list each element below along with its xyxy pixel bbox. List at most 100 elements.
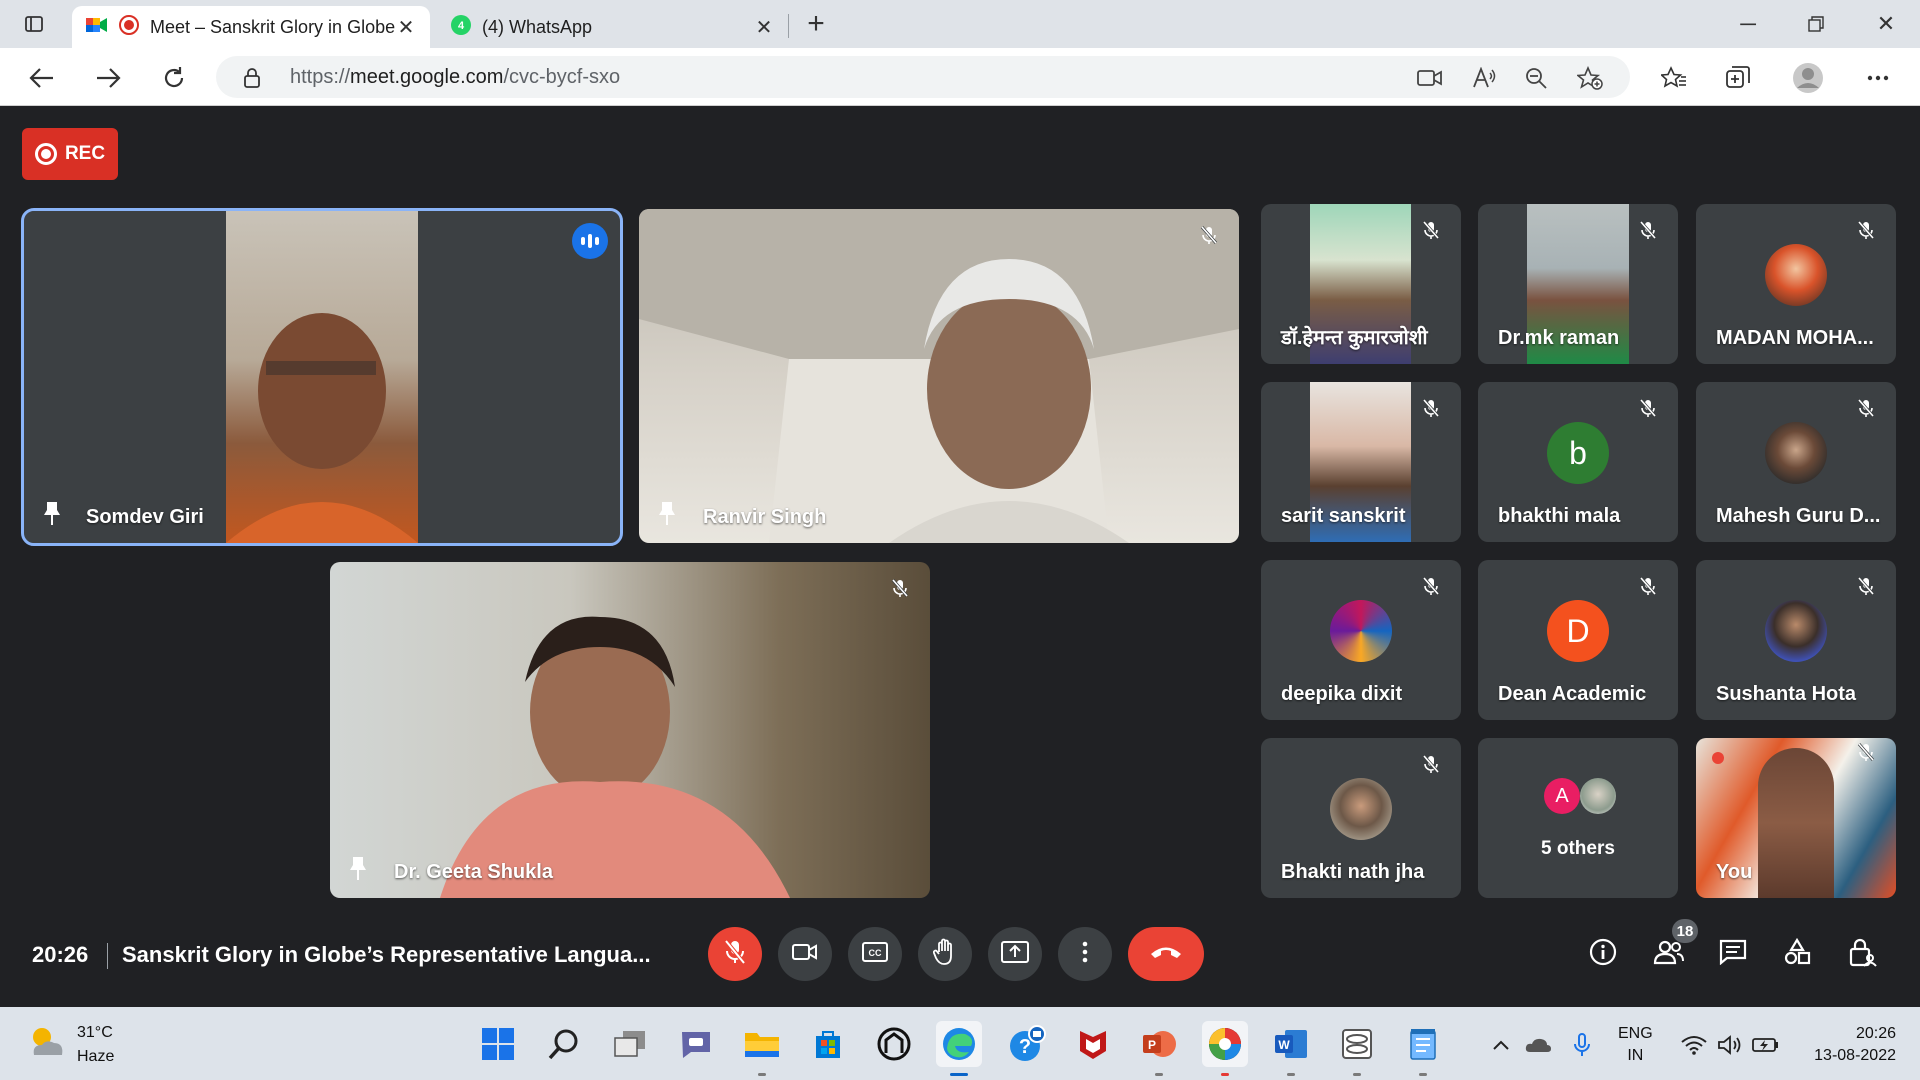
minimize-button[interactable]: ─ <box>1714 0 1782 48</box>
others-tile[interactable]: A 5 others <box>1478 738 1678 898</box>
search-icon[interactable] <box>541 1021 587 1067</box>
clock-date: 13-08-2022 <box>1814 1047 1896 1064</box>
pin-icon[interactable] <box>657 500 677 531</box>
new-tab-button[interactable]: + <box>800 7 832 40</box>
participant-tile-dean-academic[interactable]: D Dean Academic <box>1478 560 1678 720</box>
system-clock[interactable]: 20:26 13-08-2022 <box>1800 1023 1896 1067</box>
meeting-details-button[interactable] <box>1578 929 1628 979</box>
mic-off-icon <box>1634 572 1662 600</box>
more-menu-icon[interactable] <box>1860 60 1896 96</box>
start-button[interactable] <box>475 1021 521 1067</box>
add-favorite-icon[interactable] <box>1576 64 1604 92</box>
pin-icon[interactable] <box>348 855 368 886</box>
zoom-out-icon[interactable] <box>1522 64 1550 92</box>
mic-off-icon <box>723 939 747 970</box>
collections-icon[interactable] <box>1720 60 1756 96</box>
more-options-button[interactable] <box>1058 927 1112 981</box>
mic-off-icon <box>886 574 914 602</box>
participant-tile-mk-raman[interactable]: Dr.mk raman <box>1478 204 1678 364</box>
profile-avatar-icon[interactable] <box>1790 60 1826 96</box>
microphone-icon[interactable] <box>1568 1031 1596 1059</box>
weather-icon[interactable] <box>24 1021 68 1070</box>
edge-browser-icon[interactable] <box>936 1021 982 1067</box>
chat-app-icon[interactable] <box>673 1021 719 1067</box>
rec-label: REC <box>64 143 106 164</box>
volume-icon[interactable] <box>1716 1031 1744 1059</box>
participant-tile-mahesh-guru[interactable]: Mahesh Guru D... <box>1696 382 1896 542</box>
participant-tile-self[interactable]: You <box>1696 738 1896 898</box>
participant-name: डॉ.हेमन्त कुमारजोशी <box>1281 327 1428 349</box>
participant-tile-geeta-shukla[interactable]: Dr. Geeta Shukla <box>330 562 930 898</box>
participant-tile-somdev-giri[interactable]: Somdev Giri <box>21 208 623 546</box>
recording-indicator-icon <box>118 14 140 41</box>
present-screen-button[interactable] <box>988 927 1042 981</box>
host-controls-button[interactable] <box>1838 929 1888 979</box>
weather-condition: Haze <box>77 1048 115 1065</box>
close-tab-icon[interactable]: ✕ <box>754 17 774 39</box>
weather-temperature: 31°C <box>77 1024 113 1041</box>
captions-button[interactable]: CC <box>848 927 902 981</box>
onedrive-cloud-icon[interactable] <box>1524 1031 1552 1059</box>
participant-tile-deepika-dixit[interactable]: deepika dixit <box>1261 560 1461 720</box>
recording-dot-icon <box>1712 752 1724 764</box>
close-window-button[interactable]: ✕ <box>1852 0 1920 48</box>
people-icon <box>1653 939 1685 970</box>
participant-tile-bhakthi-mala[interactable]: b bhakthi mala <box>1478 382 1678 542</box>
word-icon[interactable]: W <box>1268 1021 1314 1067</box>
recording-badge[interactable]: REC <box>22 128 118 180</box>
favorites-icon[interactable] <box>1656 60 1692 96</box>
participant-name: Bhakti nath jha <box>1281 861 1425 883</box>
chat-button[interactable] <box>1708 929 1758 979</box>
task-view-icon[interactable] <box>607 1021 653 1067</box>
participant-name: deepika dixit <box>1281 683 1403 705</box>
get-help-icon[interactable]: ? <box>1004 1021 1050 1067</box>
wifi-icon[interactable] <box>1680 1031 1708 1059</box>
address-bar[interactable]: https://meet.google.com/cvc-bycf-sxo <box>216 56 1630 98</box>
participant-tile-bhakti-nath-jha[interactable]: Bhakti nath jha <box>1261 738 1461 898</box>
mic-off-icon <box>1852 572 1880 600</box>
participant-avatar: b <box>1547 422 1609 484</box>
participant-tile-madan-mohan[interactable]: MADAN MOHA... <box>1696 204 1896 364</box>
participant-tile-ranvir-singh[interactable]: Ranvir Singh <box>639 209 1239 543</box>
participant-video <box>1758 748 1834 898</box>
read-aloud-icon[interactable] <box>1470 64 1498 92</box>
tab-meet[interactable]: Meet – Sanskrit Glory in Globe's Represe… <box>72 6 430 48</box>
refresh-button[interactable] <box>154 58 194 98</box>
participant-tile-sarit-sanskrit[interactable]: sarit sanskrit <box>1261 382 1461 542</box>
tab-whatsapp[interactable]: 4 (4) WhatsApp ✕ <box>436 6 788 48</box>
forward-button[interactable] <box>88 58 128 98</box>
leave-call-button[interactable] <box>1128 927 1204 981</box>
mic-off-icon <box>1852 738 1880 766</box>
activities-button[interactable] <box>1772 929 1822 979</box>
battery-charging-icon[interactable] <box>1752 1031 1780 1059</box>
powerpoint-icon[interactable]: P <box>1136 1021 1182 1067</box>
microsoft-store-icon[interactable] <box>805 1021 851 1067</box>
app-icon[interactable] <box>871 1021 917 1067</box>
present-icon <box>1001 940 1029 968</box>
back-button[interactable] <box>22 58 62 98</box>
notepad-icon[interactable] <box>1400 1021 1446 1067</box>
camera-in-use-icon[interactable] <box>1416 64 1444 92</box>
pin-icon[interactable] <box>42 500 62 531</box>
mcafee-icon[interactable] <box>1070 1021 1116 1067</box>
participant-tile-sushanta-hota[interactable]: Sushanta Hota <box>1696 560 1896 720</box>
mic-off-icon <box>1634 216 1662 244</box>
browser-tab-bar: Meet – Sanskrit Glory in Globe's Represe… <box>0 0 1920 48</box>
participant-avatar <box>1765 422 1827 484</box>
file-explorer-icon[interactable] <box>739 1021 785 1067</box>
close-tab-icon[interactable]: ✕ <box>396 17 416 39</box>
microphone-toggle-button[interactable] <box>708 927 762 981</box>
restore-button[interactable] <box>1782 0 1850 48</box>
show-hidden-icons-chevron-icon[interactable] <box>1487 1031 1515 1059</box>
camera-toggle-button[interactable] <box>778 927 832 981</box>
lock-icon[interactable] <box>244 68 260 93</box>
participant-tile-hemant-kumar-joshi[interactable]: डॉ.हेमन्त कुमारजोशी <box>1261 204 1461 364</box>
input-language-indicator[interactable]: ENG IN <box>1618 1023 1653 1067</box>
screen-recorder-icon[interactable] <box>1202 1021 1248 1067</box>
meeting-clock: 20:26 <box>32 942 89 967</box>
raise-hand-button[interactable] <box>918 927 972 981</box>
tab-actions-icon[interactable] <box>22 12 46 36</box>
svg-text:4: 4 <box>458 20 465 32</box>
app-window-icon[interactable] <box>1334 1021 1380 1067</box>
participant-name: bhakthi mala <box>1498 505 1621 527</box>
